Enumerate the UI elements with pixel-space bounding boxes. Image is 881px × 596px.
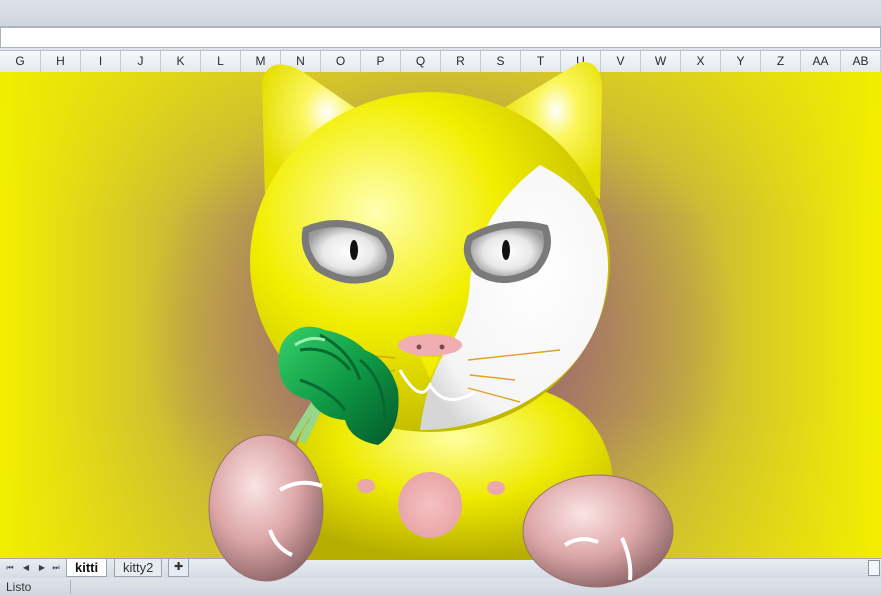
left-paw [208, 434, 324, 582]
right-pupil [502, 240, 510, 260]
body-spot-right [487, 481, 505, 495]
body-spot-left [357, 479, 375, 493]
nostril-right [439, 344, 445, 350]
kitty-drawing [208, 61, 674, 588]
nostril-left [416, 344, 422, 350]
cat-nose [398, 334, 462, 356]
right-paw [522, 474, 674, 588]
left-pupil [350, 240, 358, 260]
left-eye-ring [301, 220, 394, 284]
body-spot-center [398, 472, 462, 538]
